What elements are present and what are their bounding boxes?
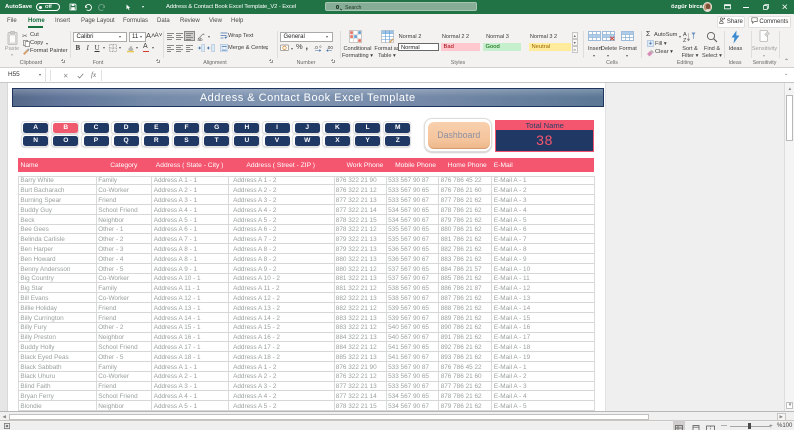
svg-text:.0: .0 [314, 45, 318, 50]
svg-text:ab: ab [198, 36, 204, 40]
svg-text:Z: Z [683, 38, 687, 43]
svg-text:0: 0 [320, 45, 322, 49]
